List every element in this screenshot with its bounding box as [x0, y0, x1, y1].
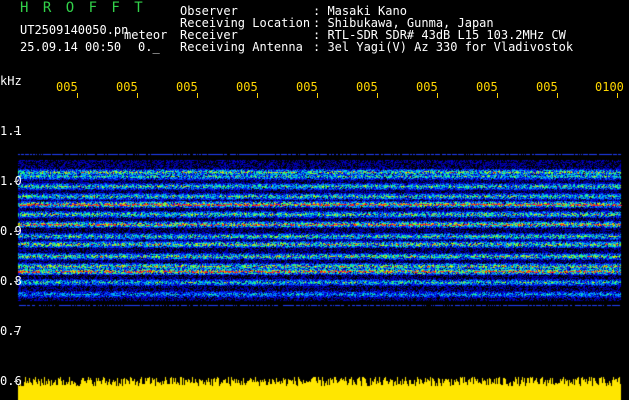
- y-tick-mark: [14, 331, 18, 332]
- time-tick-label: 005: [536, 80, 558, 94]
- y-tick-mark: [14, 381, 18, 382]
- y-tick-mark: [14, 181, 18, 182]
- antenna-label: Receiving Antenna: [180, 40, 303, 54]
- file-name: UT2509140050.pn: [20, 23, 129, 37]
- seconds-readout: 0._: [138, 40, 160, 54]
- time-tick-label: 005: [296, 80, 318, 94]
- time-tick-label: 005: [116, 80, 138, 94]
- y-tick-mark: [14, 131, 18, 132]
- time-tick-mark: [377, 93, 378, 98]
- time-tick-mark: [557, 93, 558, 98]
- app-title: H R O F F T: [20, 0, 146, 16]
- time-tick-label: 005: [236, 80, 258, 94]
- time-tick-label: 005: [356, 80, 378, 94]
- y-label-0-9: 0.9: [0, 224, 22, 238]
- y-label-0-8: 0.8: [0, 274, 22, 288]
- time-tick-label: 005: [416, 80, 438, 94]
- timestamp: 25.09.14 00:50: [20, 40, 122, 54]
- time-tick-mark: [437, 93, 438, 98]
- y-tick-mark: [14, 231, 18, 232]
- time-tick-label: 005: [56, 80, 78, 94]
- y-tick-mark: [14, 281, 18, 282]
- time-tick-label: 0100: [595, 80, 624, 94]
- time-tick-label: 005: [476, 80, 498, 94]
- time-tick-mark: [257, 93, 258, 98]
- time-tick-mark: [197, 93, 198, 98]
- spectrogram-canvas: [0, 0, 629, 400]
- time-tick-mark: [77, 93, 78, 98]
- frequency-unit-label: kHz: [0, 74, 22, 88]
- antenna-value: : 3el Yagi(V) Az 330 for Vladivostok: [313, 40, 574, 54]
- time-tick-mark: [317, 93, 318, 98]
- y-label-0-7: 0.7: [0, 324, 22, 338]
- time-tick-label: 005: [176, 80, 198, 94]
- y-label-1-1: 1.1: [0, 124, 22, 138]
- time-tick-mark: [497, 93, 498, 98]
- time-tick-mark: [137, 93, 138, 98]
- y-label-0-6: 0.6: [0, 374, 22, 388]
- time-tick-mark: [617, 93, 618, 98]
- y-label-1-0: 1.0: [0, 174, 22, 188]
